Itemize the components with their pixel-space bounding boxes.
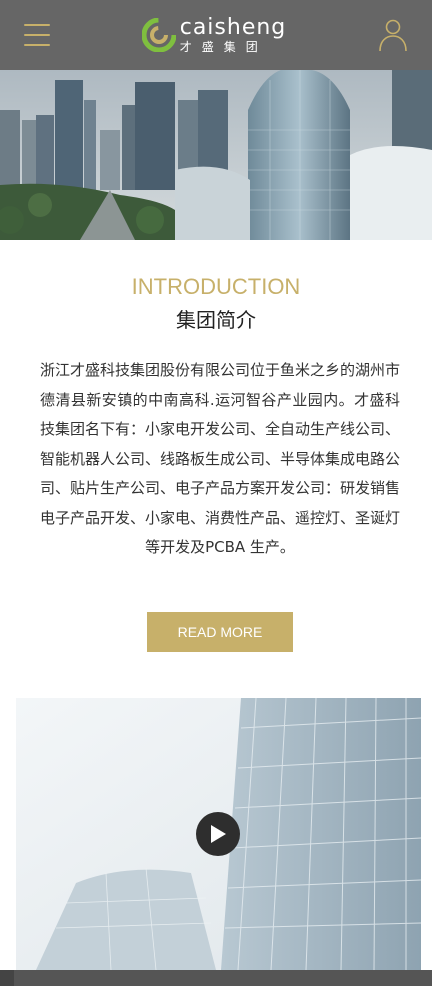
logo-mark-icon	[141, 18, 176, 52]
intro-subtitle: 集团简介	[176, 308, 256, 332]
logo-text-en: caisheng	[179, 15, 287, 40]
video-thumbnail[interactable]	[16, 698, 421, 970]
play-icon	[211, 825, 226, 843]
next-section-edge	[0, 970, 432, 986]
top-header: caisheng 才盛集团	[0, 0, 432, 70]
read-more-button[interactable]: READ MORE	[147, 612, 293, 652]
intro-body: 浙江才盛科技集团股份有限公司位于鱼米之乡的湖州市德清县新安镇的中南高科.运河智谷…	[40, 356, 400, 563]
play-button[interactable]	[196, 812, 240, 856]
intro-body-text: 浙江才盛科技集团股份有限公司位于鱼米之乡的湖州市德清县新安镇的中南高科.运河智谷…	[40, 361, 401, 556]
logo[interactable]: caisheng 才盛集团	[141, 15, 287, 54]
hero-cityscape-image	[0, 70, 432, 240]
intro-title: INTRODUCTION	[131, 274, 301, 299]
user-icon[interactable]	[378, 18, 408, 52]
hamburger-menu-icon[interactable]	[24, 24, 50, 46]
logo-text-cn: 才盛集团	[179, 40, 268, 54]
